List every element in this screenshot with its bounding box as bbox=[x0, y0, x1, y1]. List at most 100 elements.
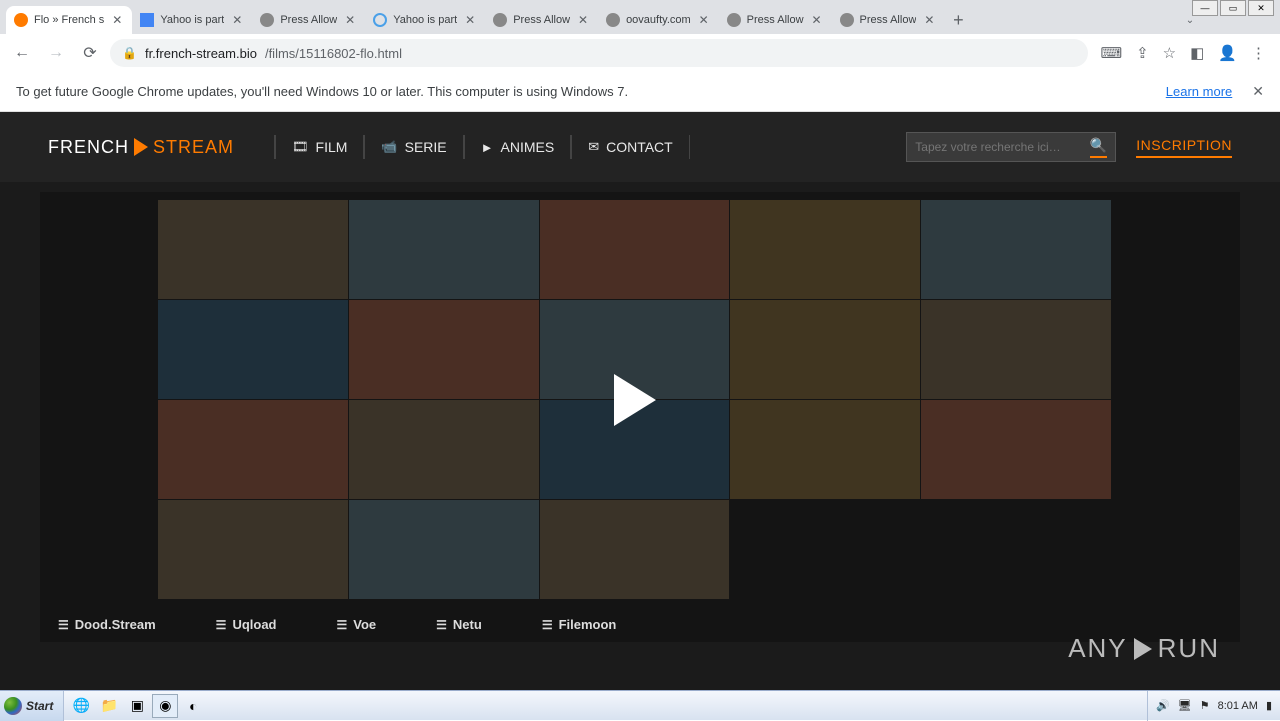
learn-more-link[interactable]: Learn more bbox=[1166, 84, 1232, 99]
translate-icon[interactable]: ⌨ bbox=[1100, 44, 1122, 62]
favicon bbox=[140, 13, 154, 27]
search-icon[interactable]: 🔍 bbox=[1090, 137, 1107, 158]
taskbar-explorer[interactable]: 📁 bbox=[96, 694, 122, 718]
reload-button[interactable]: ⟳ bbox=[76, 39, 104, 67]
maximize-button[interactable]: ▭ bbox=[1220, 0, 1246, 16]
sidepanel-icon[interactable]: ◧ bbox=[1190, 44, 1204, 62]
taskbar-apps: 🌐 📁 ▣ ◉ ◐ bbox=[64, 694, 210, 718]
play-icon bbox=[1134, 638, 1152, 660]
bookmark-icon[interactable]: ☆ bbox=[1163, 44, 1176, 62]
tab-close-button[interactable]: ✕ bbox=[230, 13, 244, 27]
source-link[interactable]: ☰Uqload bbox=[216, 617, 277, 632]
still-image bbox=[730, 300, 920, 399]
nav-item[interactable]: 📹SERIE bbox=[364, 135, 463, 159]
favicon bbox=[727, 13, 741, 27]
browser-tab[interactable]: Yahoo is part ✕ bbox=[132, 6, 252, 34]
infobar-close-button[interactable]: ✕ bbox=[1252, 83, 1264, 100]
nav-item[interactable]: 🎞 FILM bbox=[274, 135, 364, 159]
favicon bbox=[493, 13, 507, 27]
browser-tab[interactable]: Flo » French s ✕ bbox=[6, 6, 132, 34]
nav-icon: 🎞 bbox=[292, 139, 309, 155]
favicon bbox=[840, 13, 854, 27]
search-input[interactable] bbox=[915, 140, 1090, 154]
tab-close-button[interactable]: ✕ bbox=[697, 13, 711, 27]
site-search[interactable]: 🔍 bbox=[906, 132, 1116, 162]
still-image bbox=[349, 400, 539, 499]
still-image bbox=[921, 200, 1111, 299]
tab-label: Press Allow bbox=[513, 14, 570, 26]
still-image bbox=[349, 500, 539, 599]
site-logo[interactable]: FRENCHSTREAM bbox=[48, 137, 234, 158]
favicon bbox=[606, 13, 620, 27]
minimize-button[interactable]: — bbox=[1192, 0, 1218, 16]
still-image bbox=[158, 300, 348, 399]
tray-network-icon[interactable]: 🖥 bbox=[1178, 699, 1192, 712]
tab-close-button[interactable]: ✕ bbox=[810, 13, 824, 27]
tray-volume-icon[interactable]: 🔊 bbox=[1156, 699, 1170, 712]
tab-label: Flo » French s bbox=[34, 14, 104, 26]
source-link[interactable]: ☰Voe bbox=[337, 617, 377, 632]
start-button[interactable]: Start bbox=[0, 691, 64, 721]
nav-item[interactable]: ►ANIMES bbox=[464, 135, 572, 159]
system-tray: 🔊 🖥 ⚑ 8:01 AM ▮ bbox=[1147, 691, 1280, 721]
taskbar-ie[interactable]: 🌐 bbox=[68, 694, 94, 718]
taskbar-edge[interactable]: ◐ bbox=[180, 694, 206, 718]
tab-close-button[interactable]: ✕ bbox=[110, 13, 124, 27]
tab-label: Press Allow bbox=[860, 14, 917, 26]
menu-icon[interactable]: ⋮ bbox=[1251, 44, 1266, 62]
taskbar-media[interactable]: ▣ bbox=[124, 694, 150, 718]
sources-bar: ☰Dood.Stream ☰Uqload ☰Voe ☰Netu ☰Filemoon bbox=[40, 607, 1240, 642]
share-icon[interactable]: ⇪ bbox=[1136, 44, 1149, 62]
taskbar-clock[interactable]: 8:01 AM bbox=[1218, 700, 1258, 712]
nav-icon: 📹 bbox=[381, 139, 397, 155]
nav-icon: ✉ bbox=[588, 139, 599, 155]
source-link[interactable]: ☰Filemoon bbox=[542, 617, 617, 632]
address-bar[interactable]: 🔒 fr.french-stream.bio/films/15116802-fl… bbox=[110, 39, 1088, 67]
lock-icon: 🔒 bbox=[122, 46, 137, 60]
new-tab-button[interactable]: + bbox=[944, 6, 972, 34]
still-image bbox=[158, 400, 348, 499]
browser-tab[interactable]: Press Allow ✕ bbox=[719, 6, 832, 34]
tab-close-button[interactable]: ✕ bbox=[463, 13, 477, 27]
window-close-button[interactable]: ✕ bbox=[1248, 0, 1274, 16]
browser-tab[interactable]: Press Allow ✕ bbox=[832, 6, 945, 34]
still-image bbox=[730, 400, 920, 499]
nav-item[interactable]: ✉CONTACT bbox=[571, 135, 690, 159]
nav-label: FILM bbox=[316, 139, 348, 155]
inscription-link[interactable]: INSCRIPTION bbox=[1136, 137, 1232, 158]
favicon bbox=[14, 13, 28, 27]
site-header: FRENCHSTREAM 🎞FILM📹SERIE►ANIMES✉CONTACT … bbox=[0, 112, 1280, 182]
tab-label: Yahoo is part bbox=[393, 14, 457, 26]
list-icon: ☰ bbox=[216, 618, 227, 632]
forward-button[interactable]: → bbox=[42, 39, 70, 67]
tray-flag-icon[interactable]: ⚑ bbox=[1200, 699, 1210, 712]
profile-icon[interactable]: 👤 bbox=[1218, 44, 1237, 62]
tab-label: Yahoo is part bbox=[160, 14, 224, 26]
still-image bbox=[540, 500, 730, 599]
show-desktop[interactable]: ▮ bbox=[1266, 699, 1272, 712]
back-button[interactable]: ← bbox=[8, 39, 36, 67]
browser-tab[interactable]: Press Allow ✕ bbox=[485, 6, 598, 34]
play-icon bbox=[134, 138, 148, 156]
tab-label: oovaufty.com bbox=[626, 14, 691, 26]
list-icon: ☰ bbox=[542, 618, 553, 632]
source-link[interactable]: ☰Netu bbox=[436, 617, 482, 632]
tab-close-button[interactable]: ✕ bbox=[922, 13, 936, 27]
browser-tab[interactable]: oovaufty.com ✕ bbox=[598, 6, 719, 34]
still-image bbox=[921, 400, 1111, 499]
still-image bbox=[158, 200, 348, 299]
still-image bbox=[921, 300, 1111, 399]
nav-label: ANIMES bbox=[501, 139, 555, 155]
browser-tab[interactable]: Press Allow ✕ bbox=[252, 6, 365, 34]
tab-label: Press Allow bbox=[280, 14, 337, 26]
taskbar-chrome[interactable]: ◉ bbox=[152, 694, 178, 718]
tab-close-button[interactable]: ✕ bbox=[576, 13, 590, 27]
source-link[interactable]: ☰Dood.Stream bbox=[58, 617, 156, 632]
still-image bbox=[540, 200, 730, 299]
video-player-area bbox=[40, 192, 1240, 607]
play-button[interactable] bbox=[614, 374, 656, 426]
watermark: ANY RUN bbox=[1068, 633, 1220, 664]
browser-tab[interactable]: Yahoo is part ✕ bbox=[365, 6, 485, 34]
url-host: fr.french-stream.bio bbox=[145, 46, 257, 61]
tab-close-button[interactable]: ✕ bbox=[343, 13, 357, 27]
